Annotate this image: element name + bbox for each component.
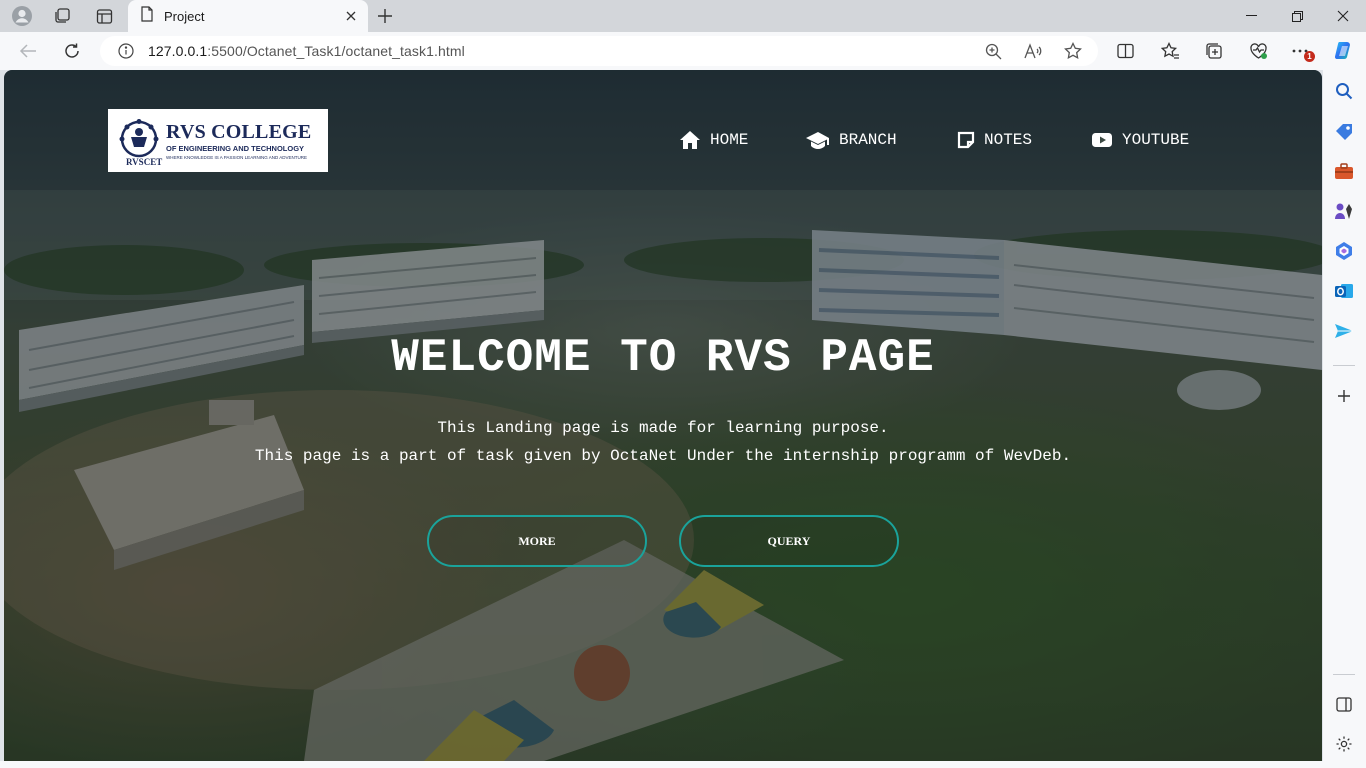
youtube-icon: [1092, 133, 1112, 147]
browser-essentials-icon[interactable]: [1243, 36, 1273, 66]
college-logo[interactable]: RVS COLLEGE OF ENGINEERING AND TECHNOLOG…: [108, 109, 328, 172]
query-button[interactable]: QUERY: [679, 515, 899, 567]
nav-branch[interactable]: BRANCH: [806, 128, 897, 152]
nav-branch-label: BRANCH: [839, 131, 897, 149]
url-host: 127.0.0.1: [148, 43, 208, 59]
home-icon: [680, 131, 700, 149]
dark-overlay: [4, 70, 1322, 761]
nav-youtube-label: YOUTUBE: [1122, 131, 1190, 149]
close-window-button[interactable]: [1320, 0, 1366, 32]
hero-description-line-1: This Landing page is made for learning p…: [437, 419, 889, 437]
back-button[interactable]: [13, 36, 43, 66]
search-icon[interactable]: [1331, 78, 1357, 104]
tab-actions-icon[interactable]: [89, 3, 119, 29]
site-info-icon[interactable]: [116, 41, 136, 61]
shopping-tag-icon[interactable]: [1331, 118, 1357, 144]
favorites-icon[interactable]: [1155, 36, 1185, 66]
logo-text: RVS COLLEGE OF ENGINEERING AND TECHNOLOG…: [166, 122, 311, 160]
logo-abbreviation: RVSCET: [126, 157, 163, 167]
microsoft-365-icon[interactable]: [1331, 238, 1357, 264]
split-screen-icon[interactable]: [1110, 36, 1140, 66]
add-sidebar-item-icon[interactable]: [1331, 383, 1357, 409]
new-tab-button[interactable]: [372, 3, 398, 29]
hero-title: WELCOME TO RVS PAGE: [391, 332, 935, 384]
url-text[interactable]: 127.0.0.1:5500/Octanet_Task1/octanet_tas…: [148, 43, 465, 59]
outlook-icon[interactable]: [1331, 278, 1357, 304]
favorite-star-icon[interactable]: [1063, 41, 1083, 61]
workspaces-icon[interactable]: [47, 3, 77, 29]
web-page-viewport: RVS COLLEGE OF ENGINEERING AND TECHNOLOG…: [4, 70, 1322, 761]
zoom-icon[interactable]: [983, 41, 1003, 61]
profile-icon[interactable]: [7, 3, 37, 29]
url-path: :5500/Octanet_Task1/octanet_task1.html: [207, 43, 465, 59]
sidebar-divider-bottom: [1333, 674, 1355, 675]
note-icon: [957, 131, 975, 149]
tab-title: Project: [164, 8, 205, 24]
games-icon[interactable]: [1331, 198, 1357, 224]
edge-sidebar: [1323, 70, 1366, 768]
copilot-icon[interactable]: [1329, 36, 1359, 66]
tab-project[interactable]: Project: [128, 0, 368, 32]
nav-home[interactable]: HOME: [679, 128, 748, 152]
send-drop-icon[interactable]: [1331, 318, 1357, 344]
refresh-button[interactable]: [57, 36, 87, 66]
logo-subtitle: OF ENGINEERING AND TECHNOLOGY: [166, 143, 305, 153]
address-bar[interactable]: 127.0.0.1:5500/Octanet_Task1/octanet_tas…: [100, 36, 1098, 66]
nav-notes[interactable]: NOTES: [957, 128, 1032, 152]
restore-button[interactable]: [1274, 0, 1320, 32]
minimize-button[interactable]: [1228, 0, 1274, 32]
college-emblem-icon: [119, 118, 159, 157]
hero-description-line-2: This page is a part of task given by Oct…: [254, 447, 1072, 465]
nav-youtube[interactable]: YOUTUBE: [1091, 128, 1189, 152]
more-button[interactable]: MORE: [427, 515, 647, 567]
page-icon: [140, 6, 154, 26]
nav-home-label: HOME: [710, 131, 749, 149]
nav-notes-label: NOTES: [984, 131, 1033, 149]
read-aloud-icon[interactable]: [1023, 41, 1043, 61]
close-tab-icon[interactable]: [340, 5, 362, 27]
browser-toolbar: 127.0.0.1:5500/Octanet_Task1/octanet_tas…: [0, 32, 1366, 70]
notification-badge: 1: [1304, 51, 1315, 62]
graduation-cap-icon: [806, 132, 829, 149]
collections-icon[interactable]: [1199, 36, 1229, 66]
tools-briefcase-icon[interactable]: [1331, 158, 1357, 184]
sidebar-divider: [1333, 365, 1355, 366]
hide-sidebar-icon[interactable]: [1331, 691, 1357, 717]
sidebar-settings-gear-icon[interactable]: [1331, 731, 1357, 757]
window-bottom-edge: [0, 761, 1323, 768]
logo-tagline: WHERE KNOWLEDGE IS A PASSION LEARNING AN…: [166, 154, 307, 160]
tab-strip: Project: [0, 0, 1366, 32]
logo-title: RVS COLLEGE: [166, 120, 312, 143]
